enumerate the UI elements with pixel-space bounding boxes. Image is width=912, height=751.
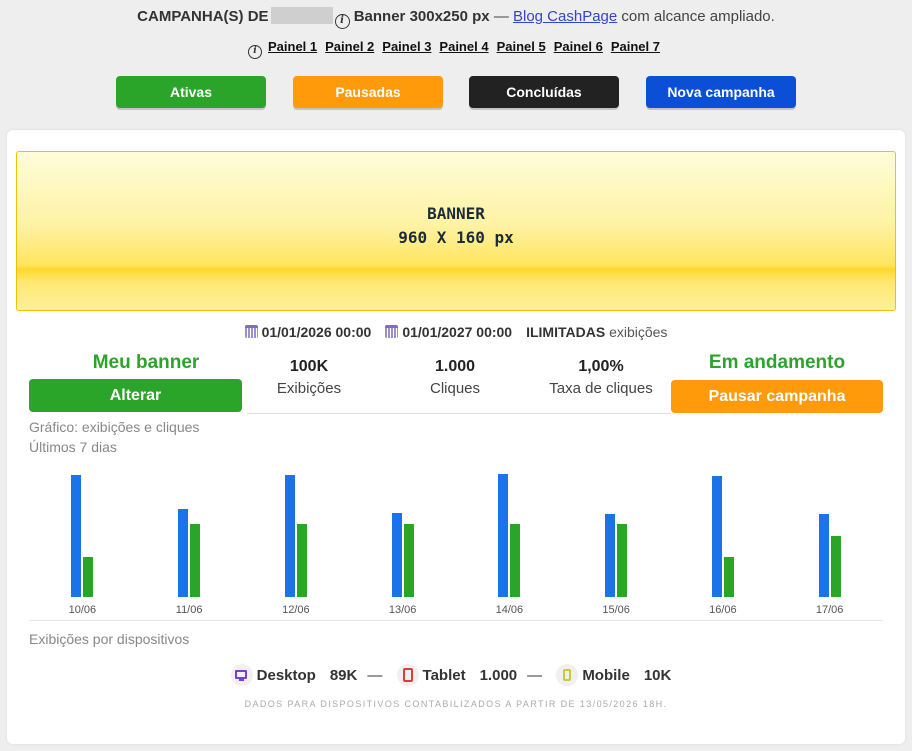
banner-line-1: BANNER — [427, 204, 485, 223]
campaign-prefix: CAMPANHA(S) DE — [137, 8, 269, 25]
panel-link-4[interactable]: Painel 4 — [439, 39, 488, 54]
x-tick-label: 17/06 — [815, 604, 844, 616]
tablet-icon — [396, 664, 419, 686]
stat-impressions: 100K Exibições — [239, 358, 379, 397]
banner-preview: BANNER 960 X 160 px — [16, 151, 896, 311]
x-tick-label: 11/06 — [175, 604, 203, 616]
device-breakdown: Desktop 89K — Tablet 1.000 — Mobile 10K — [7, 664, 905, 686]
clicks-bar — [296, 523, 307, 597]
banner-size-label: Banner 300x250 px — [353, 8, 490, 25]
impressions-bar — [391, 512, 402, 597]
tablet-value: 1.000 — [479, 667, 518, 684]
start-date: 01/01/2026 00:00 — [261, 324, 372, 340]
x-tick-label: 16/06 — [709, 604, 737, 616]
impressions-clicks-chart: 10/06 11/06 12/06 13/06 14/06 15/06 16/06 17/06 — [29, 460, 883, 620]
panel-links: i Painel 1 Painel 2 Painel 3 Painel 4 Painel … — [0, 39, 912, 59]
impressions-bar — [605, 514, 616, 597]
x-tick-label: 15/06 — [602, 604, 630, 616]
panel-link-1[interactable]: Painel 1 — [268, 39, 317, 54]
clicks-bar — [403, 523, 414, 597]
mobile-value: 10K — [643, 667, 672, 684]
x-tick-label: 14/06 — [495, 604, 524, 616]
devices-footnote: DADOS PARA DISPOSITIVOS CONTABILIZADOS A… — [244, 699, 668, 709]
desktop-value: 89K — [329, 667, 358, 684]
my-banner-title: Meu banner — [92, 352, 200, 373]
impressions-bar — [498, 473, 509, 597]
clicks-bar — [617, 523, 628, 597]
stat-clicks: 1.000 Cliques — [385, 358, 525, 397]
impressions-bar — [711, 476, 722, 597]
clicks-bar — [723, 556, 734, 597]
x-tick-label: 13/06 — [388, 604, 417, 616]
stat-label: Taxa de cliques — [549, 380, 653, 397]
device-separator: — — [527, 667, 543, 684]
tab-finished-button[interactable]: Concluídas — [469, 76, 619, 108]
calendar-icon — [244, 325, 258, 338]
clicks-bar — [83, 556, 94, 597]
redacted-name — [270, 7, 333, 24]
impressions-bar — [818, 514, 829, 597]
chart-divider — [29, 620, 883, 621]
impressions-bar — [71, 475, 82, 597]
limit-value: ILIMITADAS — [526, 324, 606, 340]
blog-cashpage-link[interactable]: Blog CashPage — [513, 8, 617, 25]
pause-campaign-button[interactable]: Pausar campanha — [671, 380, 883, 413]
stat-label: Exibições — [276, 380, 342, 397]
desktop-label: Desktop — [256, 667, 316, 684]
mobile-icon — [556, 664, 579, 686]
info-icon[interactable]: i — [248, 45, 262, 59]
panel-link-5[interactable]: Painel 5 — [497, 39, 546, 54]
limit-label: exibições — [609, 324, 668, 340]
panel-link-7[interactable]: Painel 7 — [611, 39, 660, 54]
panel-link-6[interactable]: Painel 6 — [554, 39, 603, 54]
new-campaign-button[interactable]: Nova campanha — [646, 76, 796, 108]
stat-value: 1,00% — [578, 358, 624, 375]
desktop-icon — [230, 664, 253, 686]
impressions-bar — [178, 509, 189, 597]
clicks-bar — [830, 536, 841, 597]
header-separator: — — [493, 8, 509, 25]
impressions-bar — [284, 475, 295, 597]
clicks-bar — [190, 523, 201, 597]
panel-link-2[interactable]: Painel 2 — [325, 39, 374, 54]
devices-title: Exibições por dispositivos — [29, 631, 190, 647]
info-icon[interactable]: i — [334, 14, 350, 29]
banner-line-2: 960 X 160 px — [398, 228, 514, 247]
tablet-label: Tablet — [422, 667, 466, 684]
mobile-label: Mobile — [582, 667, 630, 684]
chart-title-line-2: Últimos 7 dias — [29, 439, 117, 455]
x-tick-label: 12/06 — [282, 604, 310, 616]
chart-title: Gráfico: exibições e cliques Últimos 7 d… — [29, 417, 199, 457]
end-date: 01/01/2027 00:00 — [402, 324, 513, 340]
stats-divider — [247, 413, 670, 414]
stat-label: Cliques — [429, 380, 481, 397]
campaign-status: Em andamento — [708, 352, 846, 373]
stat-ctr: 1,00% Taxa de cliques — [531, 358, 671, 397]
change-banner-button[interactable]: Alterar — [29, 379, 242, 412]
campaign-card: BANNER 960 X 160 px 01/01/2026 00:00 01/0… — [7, 130, 905, 744]
reach-text: com alcance ampliado. — [621, 8, 775, 25]
stat-value: 1.000 — [434, 358, 476, 375]
chart-title-line-1: Gráfico: exibições e cliques — [29, 419, 200, 435]
x-tick-label: 10/06 — [68, 604, 97, 616]
tab-paused-button[interactable]: Pausadas — [293, 76, 443, 108]
stat-value: 100K — [289, 358, 329, 375]
clicks-bar — [510, 523, 521, 597]
tab-active-button[interactable]: Ativas — [116, 76, 266, 108]
panel-link-3[interactable]: Painel 3 — [382, 39, 431, 54]
device-separator: — — [367, 667, 383, 684]
campaign-dates: 01/01/2026 00:00 01/01/2027 00:00 ILIMITAD… — [7, 324, 905, 340]
calendar-icon — [385, 325, 399, 338]
page-header: CAMPANHA(S) DE i Banner 300x250 px — Blog… — [0, 7, 912, 29]
